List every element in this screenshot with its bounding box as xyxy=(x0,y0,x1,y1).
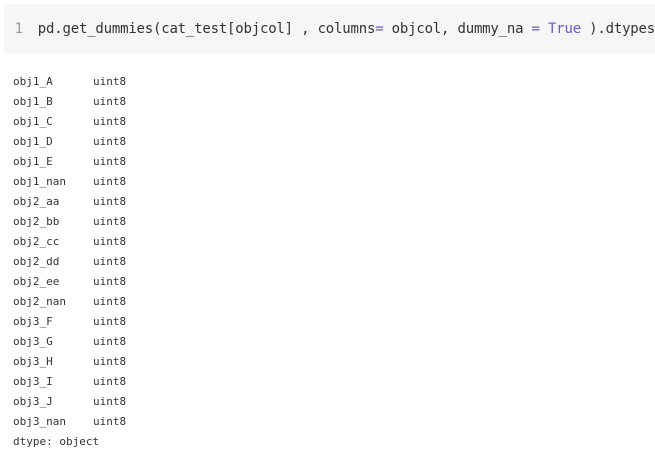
column-name: obj1_A xyxy=(13,75,53,88)
column-dtype: uint8 xyxy=(93,335,127,348)
column-name: obj3_G xyxy=(13,335,53,348)
column-name: obj1_nan xyxy=(13,175,66,188)
column-name: obj3_I xyxy=(13,375,53,388)
column-name: obj1_E xyxy=(13,155,53,168)
column-name: obj3_J xyxy=(13,395,53,408)
code-token: ).dtypes xyxy=(580,21,655,37)
dtype-row: obj2_nan uint8 xyxy=(13,292,153,312)
dtype-row: obj1_nan uint8 xyxy=(13,172,153,192)
column-dtype: uint8 xyxy=(93,355,127,368)
dtype-row: obj1_B uint8 xyxy=(13,92,153,112)
column-dtype: uint8 xyxy=(93,315,127,328)
dtype-row: obj3_H uint8 xyxy=(13,352,153,372)
column-dtype: uint8 xyxy=(93,155,127,168)
column-name: obj2_dd xyxy=(13,255,60,268)
dtype-row: obj3_I uint8 xyxy=(13,372,153,392)
dtype-row: obj3_F uint8 xyxy=(13,312,153,332)
column-name: obj3_H xyxy=(13,355,53,368)
column-dtype: uint8 xyxy=(93,195,127,208)
column-name: obj2_bb xyxy=(13,215,60,228)
column-dtype: uint8 xyxy=(93,375,127,388)
dtype-row: obj3_G uint8 xyxy=(13,332,153,352)
code-token: pd.get_dummies(cat_test[objcol] , column… xyxy=(37,21,376,37)
column-name: obj3_nan xyxy=(13,415,66,428)
code-token: objcol, dummy_na xyxy=(383,21,532,37)
column-name: obj1_C xyxy=(13,115,53,128)
column-name: obj3_F xyxy=(13,315,53,328)
dtype-row: obj1_C uint8 xyxy=(13,112,153,132)
line-number: 1 xyxy=(14,21,24,37)
dtype-row: obj1_E uint8 xyxy=(13,152,153,172)
dtype-list: obj1_A uint8 obj1_B uint8 obj1_C uint8 obj1_D u… xyxy=(13,72,153,432)
column-dtype: uint8 xyxy=(93,135,127,148)
column-name: obj1_B xyxy=(13,95,53,108)
column-dtype: uint8 xyxy=(93,95,127,108)
dtype-row: obj3_nan uint8 xyxy=(13,412,153,432)
column-dtype: uint8 xyxy=(93,75,127,88)
column-name: obj2_nan xyxy=(13,295,66,308)
column-dtype: uint8 xyxy=(93,235,127,248)
column-name: obj2_ee xyxy=(13,275,60,288)
dtype-row: obj1_A uint8 xyxy=(13,72,153,92)
column-name: obj1_D xyxy=(13,135,53,148)
column-name: obj2_cc xyxy=(13,235,60,248)
dtype-row: obj3_J uint8 xyxy=(13,392,153,412)
dtype-row: obj2_bb uint8 xyxy=(13,212,153,232)
output-footer: dtype: object xyxy=(13,435,100,448)
code-token: = xyxy=(531,21,540,37)
dtype-row: obj2_cc uint8 xyxy=(13,232,153,252)
dtype-row: obj2_ee uint8 xyxy=(13,272,153,292)
code-line[interactable]: pd.get_dummies(cat_test[objcol] , column… xyxy=(32,21,655,37)
column-dtype: uint8 xyxy=(93,415,127,428)
column-dtype: uint8 xyxy=(93,295,127,308)
code-cell[interactable]: 1 pd.get_dummies(cat_test[objcol] , colu… xyxy=(4,4,655,54)
dtype-row: obj1_D uint8 xyxy=(13,132,153,152)
dtype-row: obj2_dd uint8 xyxy=(13,252,153,272)
column-dtype: uint8 xyxy=(93,395,127,408)
column-dtype: uint8 xyxy=(93,115,127,128)
column-dtype: uint8 xyxy=(93,255,127,268)
column-name: obj2_aa xyxy=(13,195,60,208)
output-area: obj1_A uint8 obj1_B uint8 obj1_C uint8 obj1_D u… xyxy=(13,72,153,452)
column-dtype: uint8 xyxy=(93,175,127,188)
column-dtype: uint8 xyxy=(93,215,127,228)
dtype-row: obj2_aa uint8 xyxy=(13,192,153,212)
code-token: True xyxy=(548,21,581,37)
column-dtype: uint8 xyxy=(93,275,127,288)
